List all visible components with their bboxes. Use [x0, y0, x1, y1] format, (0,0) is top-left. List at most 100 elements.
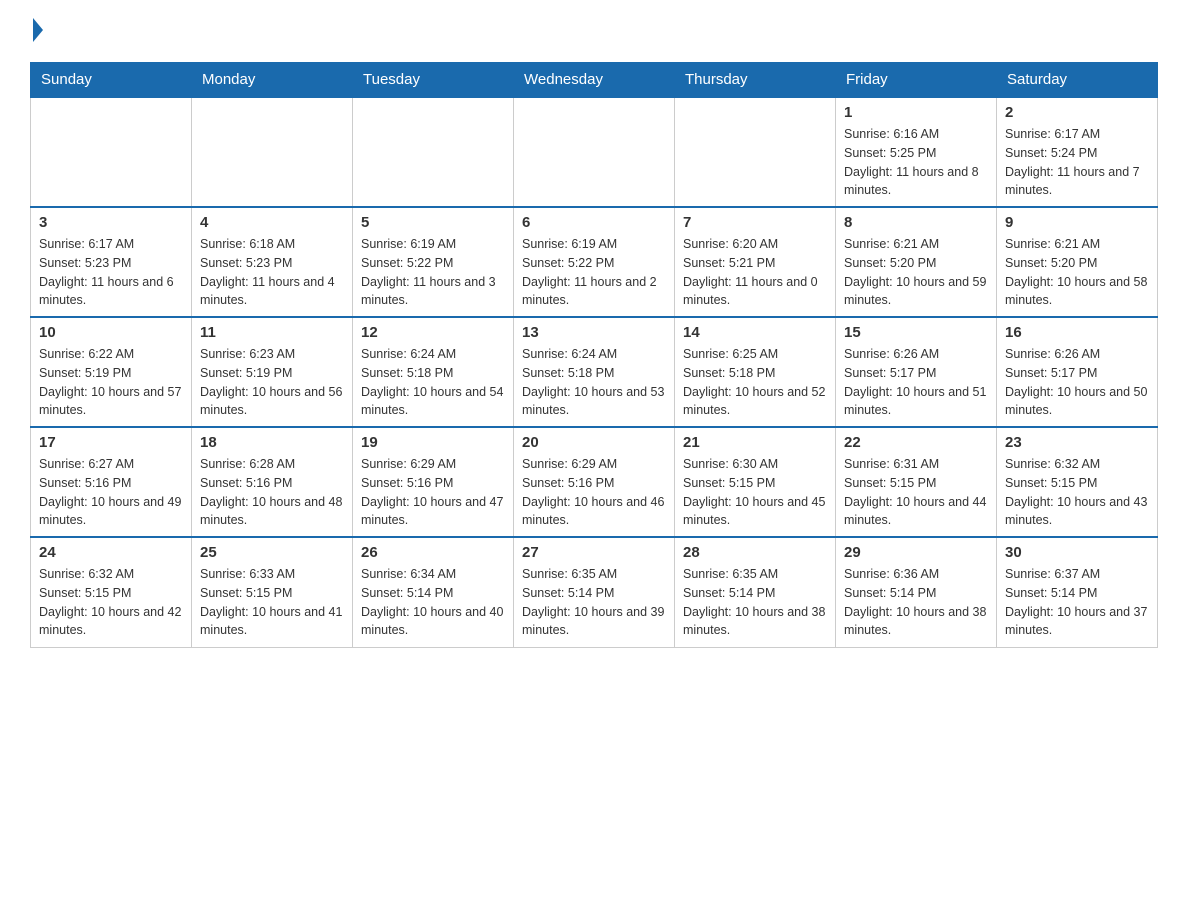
- day-number: 19: [361, 434, 505, 451]
- day-info: Sunrise: 6:26 AMSunset: 5:17 PMDaylight:…: [1005, 345, 1149, 420]
- day-number: 8: [844, 214, 988, 231]
- day-info: Sunrise: 6:24 AMSunset: 5:18 PMDaylight:…: [361, 345, 505, 420]
- day-info: Sunrise: 6:16 AMSunset: 5:25 PMDaylight:…: [844, 125, 988, 200]
- calendar-cell: 15 Sunrise: 6:26 AMSunset: 5:17 PMDayligh…: [836, 317, 997, 427]
- day-number: 30: [1005, 544, 1149, 561]
- calendar-cell: 20 Sunrise: 6:29 AMSunset: 5:16 PMDayligh…: [514, 427, 675, 537]
- weekday-header-saturday: Saturday: [997, 63, 1158, 98]
- calendar-header-row: SundayMondayTuesdayWednesdayThursdayFrid…: [31, 63, 1158, 98]
- calendar-cell: 3 Sunrise: 6:17 AMSunset: 5:23 PMDaylight…: [31, 207, 192, 317]
- day-info: Sunrise: 6:32 AMSunset: 5:15 PMDaylight:…: [1005, 455, 1149, 530]
- day-info: Sunrise: 6:35 AMSunset: 5:14 PMDaylight:…: [522, 565, 666, 640]
- day-info: Sunrise: 6:21 AMSunset: 5:20 PMDaylight:…: [844, 235, 988, 310]
- calendar-cell: [31, 97, 192, 207]
- calendar-cell: 28Sunrise: 6:35 AMSunset: 5:14 PMDayligh…: [675, 537, 836, 647]
- day-info: Sunrise: 6:25 AMSunset: 5:18 PMDaylight:…: [683, 345, 827, 420]
- calendar-cell: 10 Sunrise: 6:22 AMSunset: 5:19 PMDayligh…: [31, 317, 192, 427]
- calendar-cell: [514, 97, 675, 207]
- weekday-header-wednesday: Wednesday: [514, 63, 675, 98]
- day-number: 15: [844, 324, 988, 341]
- weekday-header-friday: Friday: [836, 63, 997, 98]
- day-info: Sunrise: 6:30 AMSunset: 5:15 PMDaylight:…: [683, 455, 827, 530]
- weekday-header-monday: Monday: [192, 63, 353, 98]
- day-info: Sunrise: 6:19 AMSunset: 5:22 PMDaylight:…: [361, 235, 505, 310]
- calendar-cell: 19 Sunrise: 6:29 AMSunset: 5:16 PMDayligh…: [353, 427, 514, 537]
- day-number: 18: [200, 434, 344, 451]
- calendar-cell: 16 Sunrise: 6:26 AMSunset: 5:17 PMDayligh…: [997, 317, 1158, 427]
- calendar-cell: 6 Sunrise: 6:19 AMSunset: 5:22 PMDaylight…: [514, 207, 675, 317]
- day-info: Sunrise: 6:33 AMSunset: 5:15 PMDaylight:…: [200, 565, 344, 640]
- day-info: Sunrise: 6:24 AMSunset: 5:18 PMDaylight:…: [522, 345, 666, 420]
- calendar-cell: 23Sunrise: 6:32 AMSunset: 5:15 PMDayligh…: [997, 427, 1158, 537]
- day-info: Sunrise: 6:19 AMSunset: 5:22 PMDaylight:…: [522, 235, 666, 310]
- calendar-cell: 22 Sunrise: 6:31 AMSunset: 5:15 PMDayligh…: [836, 427, 997, 537]
- day-number: 29: [844, 544, 988, 561]
- calendar-cell: 25Sunrise: 6:33 AMSunset: 5:15 PMDayligh…: [192, 537, 353, 647]
- calendar-cell: 8 Sunrise: 6:21 AMSunset: 5:20 PMDaylight…: [836, 207, 997, 317]
- day-number: 22: [844, 434, 988, 451]
- calendar-cell: 5 Sunrise: 6:19 AMSunset: 5:22 PMDaylight…: [353, 207, 514, 317]
- logo: [30, 20, 43, 42]
- day-number: 26: [361, 544, 505, 561]
- day-number: 4: [200, 214, 344, 231]
- week-row-3: 10 Sunrise: 6:22 AMSunset: 5:19 PMDayligh…: [31, 317, 1158, 427]
- calendar-cell: 4 Sunrise: 6:18 AMSunset: 5:23 PMDaylight…: [192, 207, 353, 317]
- day-number: 9: [1005, 214, 1149, 231]
- day-number: 12: [361, 324, 505, 341]
- calendar-cell: [675, 97, 836, 207]
- day-info: Sunrise: 6:28 AMSunset: 5:16 PMDaylight:…: [200, 455, 344, 530]
- calendar-cell: 18 Sunrise: 6:28 AMSunset: 5:16 PMDayligh…: [192, 427, 353, 537]
- day-number: 21: [683, 434, 827, 451]
- calendar-cell: 24 Sunrise: 6:32 AMSunset: 5:15 PMDayligh…: [31, 537, 192, 647]
- page-header: [30, 20, 1158, 42]
- day-number: 27: [522, 544, 666, 561]
- day-number: 13: [522, 324, 666, 341]
- day-info: Sunrise: 6:27 AMSunset: 5:16 PMDaylight:…: [39, 455, 183, 530]
- day-number: 6: [522, 214, 666, 231]
- day-number: 16: [1005, 324, 1149, 341]
- calendar-cell: [192, 97, 353, 207]
- day-info: Sunrise: 6:31 AMSunset: 5:15 PMDaylight:…: [844, 455, 988, 530]
- day-number: 11: [200, 324, 344, 341]
- logo-arrow-icon: [33, 18, 43, 42]
- weekday-header-sunday: Sunday: [31, 63, 192, 98]
- day-info: Sunrise: 6:35 AMSunset: 5:14 PMDaylight:…: [683, 565, 827, 640]
- calendar-cell: 13 Sunrise: 6:24 AMSunset: 5:18 PMDayligh…: [514, 317, 675, 427]
- calendar-cell: 29 Sunrise: 6:36 AMSunset: 5:14 PMDayligh…: [836, 537, 997, 647]
- calendar-cell: [353, 97, 514, 207]
- day-info: Sunrise: 6:17 AMSunset: 5:23 PMDaylight:…: [39, 235, 183, 310]
- day-info: Sunrise: 6:20 AMSunset: 5:21 PMDaylight:…: [683, 235, 827, 310]
- calendar-cell: 7 Sunrise: 6:20 AMSunset: 5:21 PMDaylight…: [675, 207, 836, 317]
- day-number: 14: [683, 324, 827, 341]
- day-info: Sunrise: 6:17 AMSunset: 5:24 PMDaylight:…: [1005, 125, 1149, 200]
- calendar-cell: 14 Sunrise: 6:25 AMSunset: 5:18 PMDayligh…: [675, 317, 836, 427]
- calendar-cell: 1Sunrise: 6:16 AMSunset: 5:25 PMDaylight…: [836, 97, 997, 207]
- day-info: Sunrise: 6:29 AMSunset: 5:16 PMDaylight:…: [522, 455, 666, 530]
- day-number: 7: [683, 214, 827, 231]
- day-info: Sunrise: 6:22 AMSunset: 5:19 PMDaylight:…: [39, 345, 183, 420]
- day-number: 5: [361, 214, 505, 231]
- week-row-1: 1Sunrise: 6:16 AMSunset: 5:25 PMDaylight…: [31, 97, 1158, 207]
- day-info: Sunrise: 6:36 AMSunset: 5:14 PMDaylight:…: [844, 565, 988, 640]
- day-number: 20: [522, 434, 666, 451]
- day-info: Sunrise: 6:32 AMSunset: 5:15 PMDaylight:…: [39, 565, 183, 640]
- day-info: Sunrise: 6:23 AMSunset: 5:19 PMDaylight:…: [200, 345, 344, 420]
- day-info: Sunrise: 6:18 AMSunset: 5:23 PMDaylight:…: [200, 235, 344, 310]
- calendar-cell: 2Sunrise: 6:17 AMSunset: 5:24 PMDaylight…: [997, 97, 1158, 207]
- day-info: Sunrise: 6:34 AMSunset: 5:14 PMDaylight:…: [361, 565, 505, 640]
- day-number: 24: [39, 544, 183, 561]
- day-info: Sunrise: 6:26 AMSunset: 5:17 PMDaylight:…: [844, 345, 988, 420]
- calendar-cell: 26 Sunrise: 6:34 AMSunset: 5:14 PMDayligh…: [353, 537, 514, 647]
- day-info: Sunrise: 6:37 AMSunset: 5:14 PMDaylight:…: [1005, 565, 1149, 640]
- day-number: 3: [39, 214, 183, 231]
- day-number: 10: [39, 324, 183, 341]
- week-row-4: 17Sunrise: 6:27 AMSunset: 5:16 PMDayligh…: [31, 427, 1158, 537]
- week-row-2: 3 Sunrise: 6:17 AMSunset: 5:23 PMDaylight…: [31, 207, 1158, 317]
- day-info: Sunrise: 6:21 AMSunset: 5:20 PMDaylight:…: [1005, 235, 1149, 310]
- calendar-cell: 27 Sunrise: 6:35 AMSunset: 5:14 PMDayligh…: [514, 537, 675, 647]
- calendar-table: SundayMondayTuesdayWednesdayThursdayFrid…: [30, 62, 1158, 648]
- week-row-5: 24 Sunrise: 6:32 AMSunset: 5:15 PMDayligh…: [31, 537, 1158, 647]
- calendar-cell: 11 Sunrise: 6:23 AMSunset: 5:19 PMDayligh…: [192, 317, 353, 427]
- day-info: Sunrise: 6:29 AMSunset: 5:16 PMDaylight:…: [361, 455, 505, 530]
- calendar-cell: 30 Sunrise: 6:37 AMSunset: 5:14 PMDayligh…: [997, 537, 1158, 647]
